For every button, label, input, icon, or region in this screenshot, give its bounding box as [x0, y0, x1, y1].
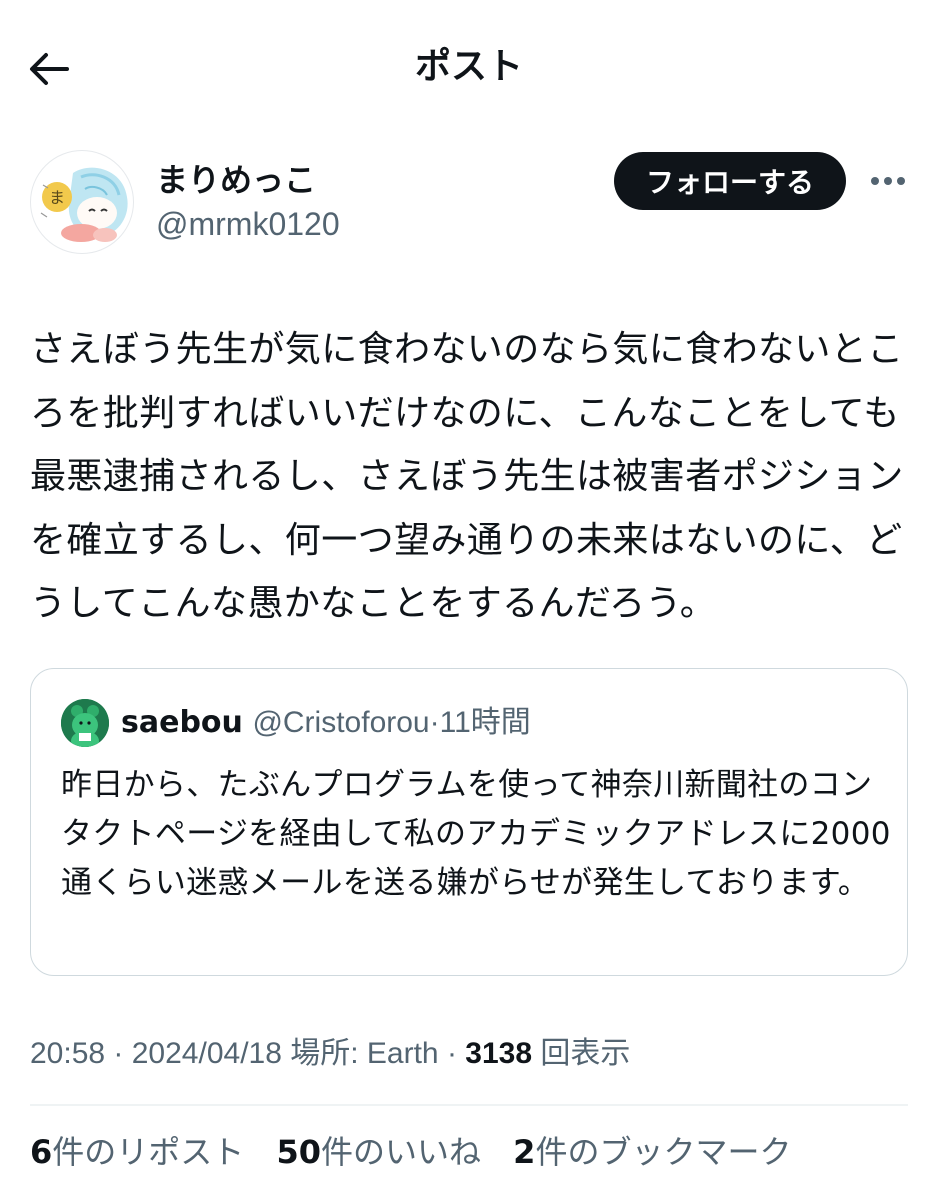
quoted-avatar[interactable] [61, 699, 109, 747]
quoted-name[interactable]: saebou [121, 705, 243, 740]
more-button[interactable] [866, 164, 910, 198]
top-bar: ポスト [0, 0, 938, 130]
views-label: 回表示 [532, 1037, 631, 1070]
quoted-time[interactable]: 11時間 [440, 706, 531, 739]
quoted-handle[interactable]: @Cristoforou [252, 706, 429, 739]
svg-text:ま: ま [49, 188, 65, 207]
page-title: ポスト [414, 46, 523, 87]
meta-separator: · [105, 1037, 132, 1070]
likes-label: 件のいいね [320, 1133, 481, 1171]
reposts-stat[interactable]: 6件のリポスト [30, 1130, 244, 1174]
views-count: 3138 [465, 1037, 533, 1070]
quoted-text: 昨日から、たぶんプログラムを使って神奈川新聞社のコンタクトページを経由して私のア… [61, 767, 891, 901]
divider [30, 1104, 908, 1106]
quoted-avatar-image [61, 699, 109, 747]
author-row: ま まりめっこ @mrmk0120 フォローする [30, 150, 910, 260]
author-name[interactable]: まりめっこ [156, 160, 316, 200]
quoted-meta: saebou @Cristoforou·11時間 [121, 703, 531, 743]
quoted-separator: · [429, 706, 440, 739]
engagement-stats: 6件のリポスト 50件のいいね 2件のブックマーク [30, 1130, 813, 1174]
likes-stat[interactable]: 50件のいいね [276, 1130, 481, 1174]
bookmarks-label: 件のブックマーク [535, 1133, 792, 1171]
post-date[interactable]: 2024/04/18 [132, 1037, 282, 1070]
likes-count: 50 [276, 1133, 321, 1171]
bookmarks-stat[interactable]: 2件のブックマーク [513, 1130, 791, 1174]
post-time[interactable]: 20:58 [30, 1037, 105, 1070]
post-text: さえぼう先生が気に食わないのなら気に食わないところを批判すればいいだけなのに、こ… [30, 329, 904, 624]
bookmarks-count: 2 [513, 1133, 536, 1171]
reposts-label: 件のリポスト [52, 1133, 245, 1171]
reposts-count: 6 [30, 1133, 53, 1171]
author-handle[interactable]: @mrmk0120 [156, 204, 340, 244]
avatar-illustration: ま [40, 167, 128, 242]
more-horizontal-icon [871, 177, 879, 185]
meta-separator: · [438, 1037, 466, 1070]
follow-button[interactable]: フォローする [614, 152, 846, 210]
post-location: 場所: Earth [281, 1037, 439, 1070]
post-meta: 20:58 · 2024/04/18 場所: Earth · 3138 回表示 [30, 1032, 630, 1076]
quoted-post[interactable]: saebou @Cristoforou·11時間 昨日から、たぶんプログラムを使… [30, 668, 908, 976]
avatar[interactable]: ま [30, 150, 134, 254]
